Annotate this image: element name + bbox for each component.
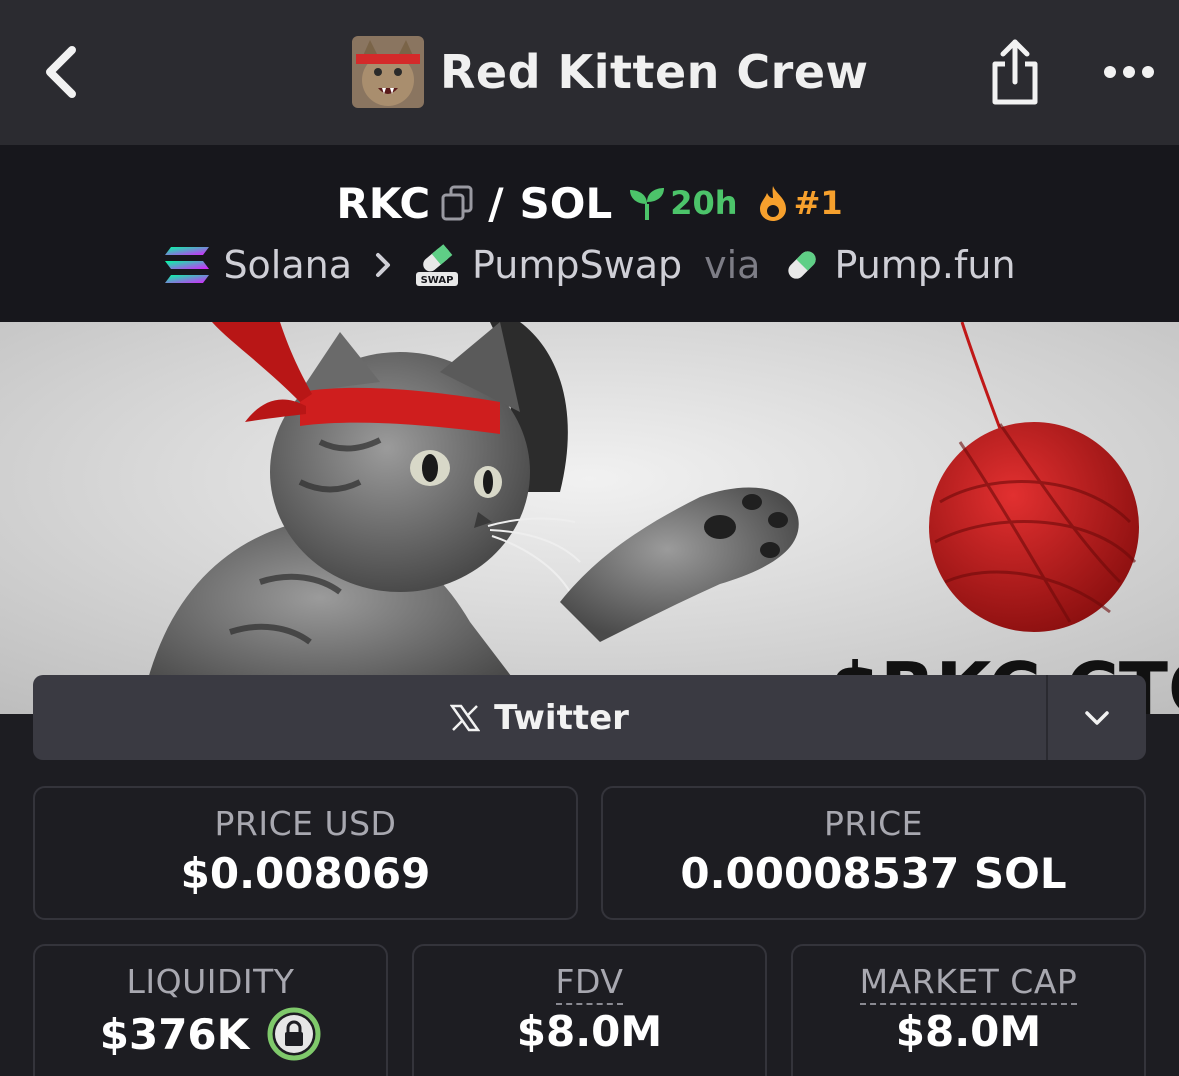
chain-name: Solana [223,243,353,287]
copy-icon[interactable] [440,185,474,221]
pill-icon [788,251,817,279]
lock-icon[interactable] [267,1007,321,1061]
flame-icon [759,186,786,221]
x-logo-icon [450,704,481,731]
market-cap-label-wrap: MARKET CAP [793,962,1144,1005]
fdv-value: $8.0M [516,1007,663,1056]
pair-separator: / [488,178,504,228]
chevron-right-icon [374,251,392,279]
price-native-card: PRICE 0.00008537 SOL [601,786,1146,920]
price-native-value: 0.00008537 SOL [680,849,1067,898]
liquidity-value: $376K [99,1009,250,1059]
seedling-icon [630,188,665,220]
dex-link[interactable]: SWAP PumpSwap [414,242,682,288]
solana-icon [165,247,210,283]
pumpswap-icon: SWAP [416,244,459,286]
chevron-left-icon [46,46,76,98]
liquidity-value-row: $376K [35,1007,386,1061]
fdv-label-wrap: FDV [414,962,765,1005]
market-cap-card[interactable]: MARKET CAP $8.0M [791,944,1146,1076]
pair-age-text: 20h [670,184,738,222]
pair-age: 20h [628,184,738,222]
liquidity-card: LIQUIDITY $376K [33,944,388,1076]
pair-header: RKC / SOL 20h #1 Solana SWAP PumpSwap vi… [0,145,1179,322]
market-cap-value: $8.0M [895,1007,1042,1056]
fdv-card[interactable]: FDV $8.0M [412,944,767,1076]
page-title: Red Kitten Crew [440,45,869,99]
title-group: Red Kitten Crew [352,36,869,108]
twitter-button[interactable]: Twitter [33,675,1046,760]
via-text: via [704,243,761,287]
pair-quote-symbol: SOL [519,178,613,228]
twitter-label: Twitter [494,697,629,738]
back-button[interactable] [30,40,90,104]
chain-link[interactable]: Solana [163,243,352,287]
pair-base-symbol: RKC [336,178,431,228]
token-banner: $RKC CTO [0,322,1179,714]
price-usd-label: PRICE USD [214,804,397,843]
top-bar: Red Kitten Crew [0,0,1179,145]
pair-row: RKC / SOL 20h #1 [0,175,1179,231]
dex-name: PumpSwap [472,243,683,287]
share-button[interactable] [984,34,1046,110]
price-usd-value: $0.008069 [180,849,431,898]
pair-path: Solana SWAP PumpSwap via Pump.fun [0,237,1179,293]
fdv-label: FDV [555,962,624,1005]
trending-rank-text: #1 [793,184,843,222]
more-button[interactable] [1098,54,1160,90]
liquidity-label: LIQUIDITY [126,962,295,1001]
launchpad-name: Pump.fun [834,243,1016,287]
trending-rank[interactable]: #1 [756,184,843,222]
price-usd-card: PRICE USD $0.008069 [33,786,578,920]
price-native-label: PRICE [824,804,923,843]
socials-dropdown-button[interactable] [1048,675,1146,760]
launchpad-link[interactable]: Pump.fun [782,243,1016,287]
share-icon [992,39,1038,105]
svg-text:SWAP: SWAP [421,275,454,286]
market-cap-label: MARKET CAP [859,962,1078,1005]
token-avatar [352,36,424,108]
twitter-link-bar: Twitter [33,675,1146,760]
more-horizontal-icon [1104,66,1154,78]
chevron-down-icon [1085,710,1109,725]
